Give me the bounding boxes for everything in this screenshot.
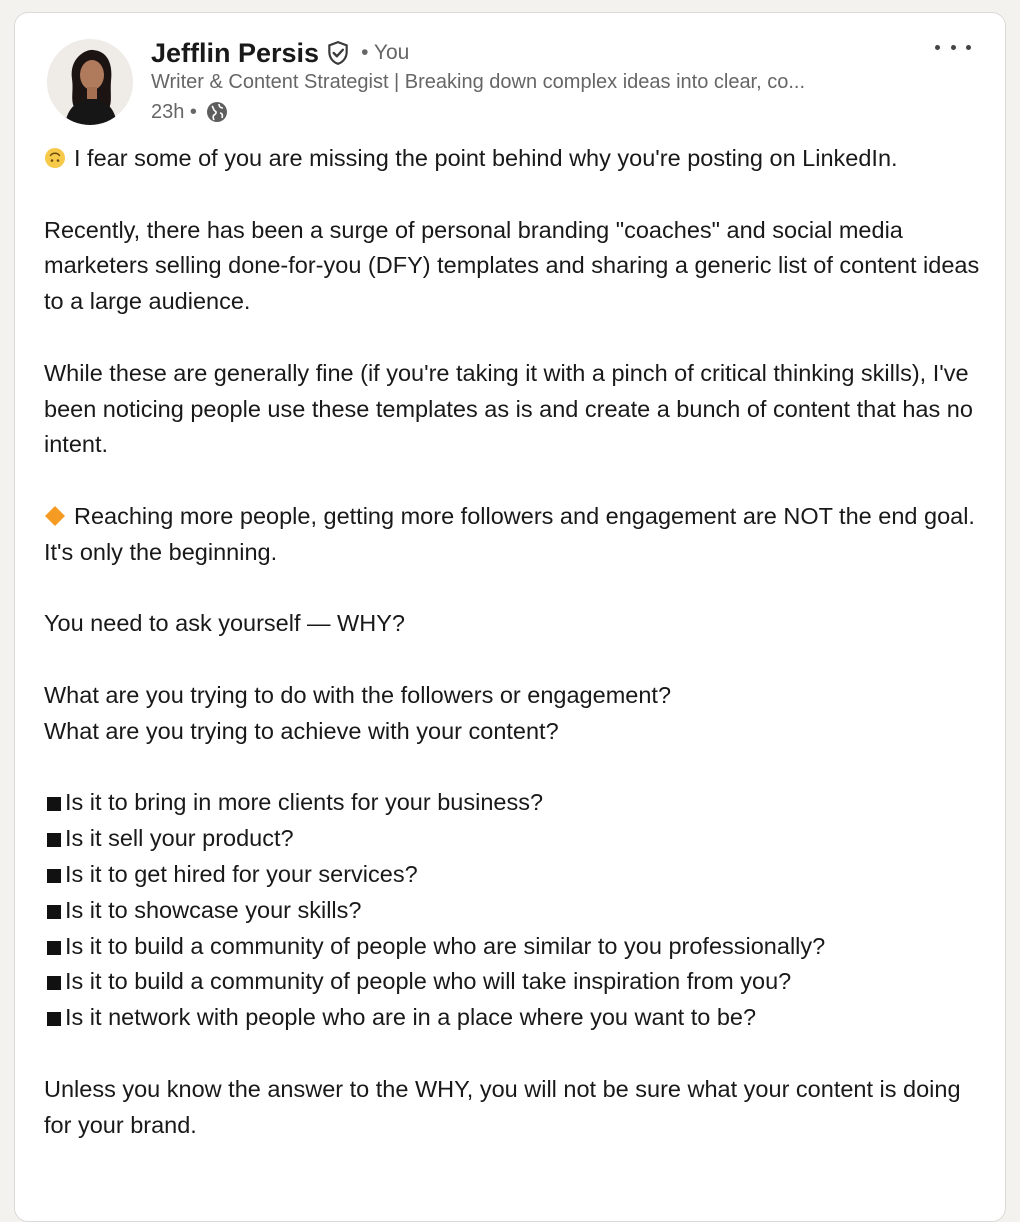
post-paragraph: Reaching more people, getting more follo…	[44, 499, 989, 571]
black-square-bullet	[47, 797, 61, 812]
more-options-icon[interactable]	[935, 35, 971, 59]
author-photo	[47, 39, 133, 125]
author-headline: Writer & Content Strategist | Breaking d…	[151, 71, 806, 93]
post-paragraph: What are you trying to achieve with your…	[44, 717, 559, 744]
list-item: Is it sell your product?	[44, 821, 989, 857]
author-name[interactable]: Jefflin Persis	[151, 38, 319, 69]
you-label: • You	[361, 41, 410, 64]
author-name-row: Jefflin Persis • You	[151, 35, 409, 71]
list-item: Is it to build a community of people who…	[44, 964, 989, 1000]
black-square-bullet	[47, 868, 61, 883]
author-avatar[interactable]	[47, 39, 133, 125]
black-square-bullet	[47, 940, 61, 955]
list-item-text: Is it sell your product?	[65, 825, 294, 852]
list-item: Is it to showcase your skills?	[44, 893, 989, 929]
post-text: Reaching more people, getting more follo…	[44, 502, 975, 565]
list-item-text: Is it to build a community of people who…	[65, 968, 792, 995]
list-item-text: Is it to build a community of people who…	[65, 932, 826, 959]
more-dot	[966, 44, 971, 50]
list-item-text: Is it to bring in more clients for your …	[65, 789, 544, 816]
list-item-text: Is it to showcase your skills?	[65, 896, 362, 923]
black-square-bullet	[47, 1012, 61, 1027]
post-paragraph: You need to ask yourself — WHY?	[44, 610, 405, 637]
orange-diamond-emoji	[45, 505, 65, 526]
list-item-text: Is it network with people who are in a p…	[65, 1004, 757, 1031]
list-item: Is it to bring in more clients for your …	[44, 785, 989, 821]
verified-shield-icon	[325, 40, 351, 66]
bullet-list: Is it to bring in more clients for your …	[44, 785, 989, 1036]
upside-down-face-emoji	[45, 148, 65, 168]
post-body: I fear some of you are missing the point…	[44, 141, 989, 1179]
list-item-text: Is it to get hired for your services?	[65, 860, 418, 887]
list-item: Is it network with people who are in a p…	[44, 1000, 989, 1036]
post-meta: 23h •	[151, 99, 229, 125]
list-item: Is it to get hired for your services?	[44, 857, 989, 893]
post-time: 23h •	[151, 100, 197, 123]
globe-icon	[205, 100, 229, 124]
black-square-bullet	[47, 976, 61, 991]
post-paragraph: Recently, there has been a surge of pers…	[44, 216, 980, 315]
post-paragraph: While these are generally fine (if you'r…	[44, 359, 973, 458]
black-square-bullet	[47, 833, 61, 848]
post-closing: Unless you know the answer to the WHY, y…	[44, 1075, 961, 1138]
more-dot	[950, 44, 956, 50]
black-square-bullet	[47, 904, 61, 919]
feed-post-card: Jefflin Persis • You Writer & Content St…	[14, 12, 1006, 1222]
more-dot	[935, 44, 940, 50]
post-paragraph: What are you trying to do with the follo…	[44, 681, 672, 708]
post-text: I fear some of you are missing the point…	[74, 145, 898, 171]
list-item: Is it to build a community of people who…	[44, 929, 989, 965]
post-paragraph: I fear some of you are missing the point…	[44, 141, 989, 177]
